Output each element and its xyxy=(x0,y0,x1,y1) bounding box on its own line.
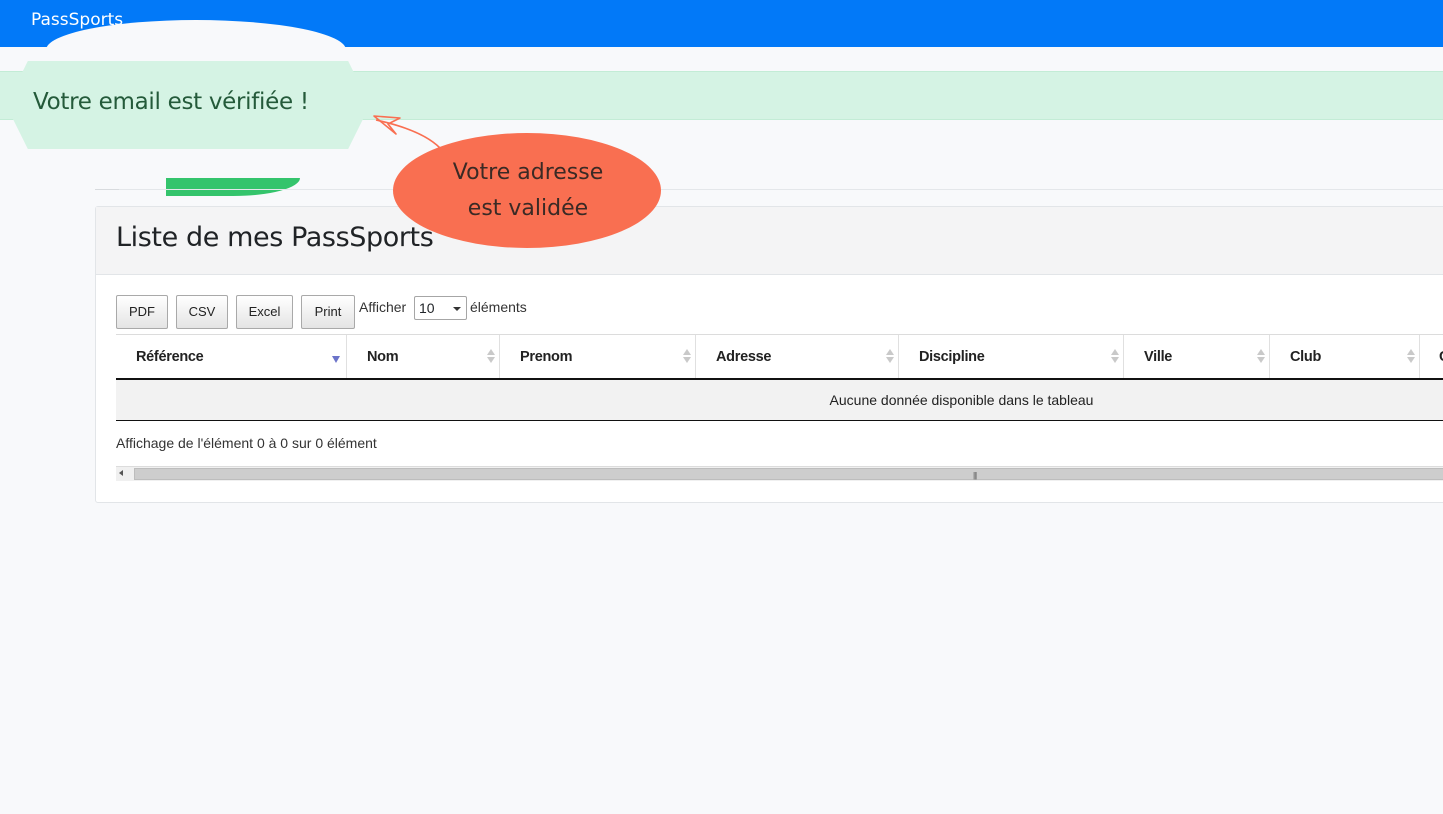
column-label: Nom xyxy=(367,349,399,365)
annotation-arrow-icon xyxy=(373,115,441,149)
callout-line-2: est validée xyxy=(467,196,589,221)
column-label: C xyxy=(1439,349,1443,365)
chevron-down-icon xyxy=(453,307,461,311)
success-alert-message: Votre email est vérifiée ! xyxy=(33,89,309,115)
card-header: Liste de mes PassSports xyxy=(96,207,1443,275)
table-empty-row: Aucune donnée disponible dans le tableau xyxy=(116,380,1443,421)
column-header-adresse[interactable]: Adresse xyxy=(696,335,899,379)
show-label: Afficher xyxy=(359,299,407,315)
page-length-select[interactable]: 10 xyxy=(414,296,467,320)
green-decoration xyxy=(166,178,300,196)
column-label: Club xyxy=(1290,349,1322,365)
card-title: Liste de mes PassSports xyxy=(116,222,434,253)
column-label: Adresse xyxy=(716,349,772,365)
sort-icon xyxy=(1111,349,1119,365)
sort-desc-icon xyxy=(332,356,340,363)
column-header-ville[interactable]: Ville xyxy=(1124,335,1270,379)
grip-icon: ||| xyxy=(973,471,977,480)
column-header-partial[interactable]: C xyxy=(1420,335,1443,379)
column-header-prenom[interactable]: Prenom xyxy=(500,335,696,379)
export-pdf-button[interactable]: PDF xyxy=(116,295,168,329)
export-csv-button[interactable]: CSV xyxy=(176,295,228,329)
sort-icon xyxy=(1257,349,1265,365)
column-header-nom[interactable]: Nom xyxy=(347,335,500,379)
page-length-value: 10 xyxy=(419,300,435,316)
column-header-reference[interactable]: Référence xyxy=(116,335,347,379)
sort-icon xyxy=(487,349,495,365)
sort-icon xyxy=(683,349,691,365)
scrollbar-thumb[interactable]: ||| xyxy=(134,468,1443,480)
export-excel-button[interactable]: Excel xyxy=(236,295,293,329)
annotation-callout-text: Votre adresse est validée xyxy=(393,155,663,227)
table-info: Affichage de l'élément 0 à 0 sur 0 éléme… xyxy=(116,435,377,451)
print-button[interactable]: Print xyxy=(301,295,355,329)
column-header-discipline[interactable]: Discipline xyxy=(899,335,1124,379)
scroll-left-icon[interactable] xyxy=(119,470,123,476)
elements-label: éléments xyxy=(470,299,527,315)
column-label: Ville xyxy=(1144,349,1173,365)
column-header-club[interactable]: Club xyxy=(1270,335,1420,379)
column-label: Discipline xyxy=(919,349,985,365)
divider-accent xyxy=(95,189,119,190)
sort-icon xyxy=(1407,349,1415,365)
callout-line-1: Votre adresse xyxy=(452,160,604,185)
column-label: Référence xyxy=(136,349,204,365)
empty-message: Aucune donnée disponible dans le tableau xyxy=(829,392,1094,408)
sort-icon xyxy=(886,349,894,365)
divider xyxy=(95,189,1443,190)
column-label: Prenom xyxy=(520,349,573,365)
horizontal-scrollbar[interactable]: ||| xyxy=(116,466,1443,481)
